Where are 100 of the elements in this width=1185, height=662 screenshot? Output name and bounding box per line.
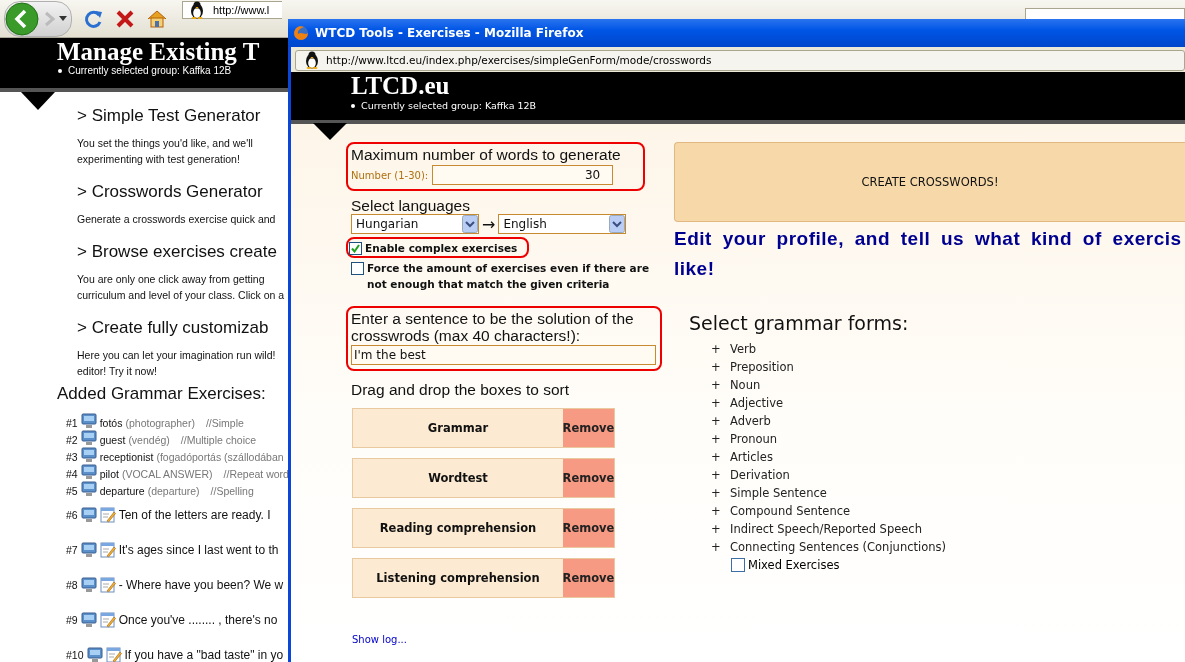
section-text: Generate a crosswords exercise quick and [77,212,277,227]
sortable-box[interactable]: Reading comprehension Remove [352,508,615,548]
grammar-item[interactable]: Pronoun [730,432,778,446]
exercise-type: //Simple [205,417,244,429]
bullet-icon [58,68,62,73]
grammar-item[interactable]: Adverb [730,414,771,428]
address-field[interactable]: http://www.l [182,1,282,19]
section-heading[interactable]: > Crosswords Generator [77,182,263,202]
expand-toggle[interactable]: + [711,342,730,356]
url-text: http://www.l [213,4,270,16]
caret-icon[interactable] [59,15,67,22]
language-select[interactable]: English [498,214,627,234]
expand-toggle[interactable]: + [711,360,730,374]
window-title: WTCD Tools - Exercises - Mozilla Firefox [315,26,584,40]
grammar-item[interactable]: Simple Sentence [730,486,827,500]
expand-toggle[interactable]: + [711,414,730,428]
exercise-translation: (VOCAL ANSWER) [121,468,213,480]
box-label: Listening comprehension [375,570,541,587]
section-text: You are only one click away from getting curriculum and level of your class. Click on a [77,272,286,303]
grammar-item[interactable]: Noun [730,378,761,392]
penguin-icon [189,1,205,19]
exercise-sentence[interactable]: It's ages since I last went to th [118,542,279,557]
exercise-translation: (photographer) [125,417,195,429]
exercise-word[interactable]: departure [99,485,145,497]
expand-toggle[interactable]: + [711,432,730,446]
section-heading[interactable]: > Browse exercises create [77,242,277,262]
checkbox[interactable] [349,242,362,255]
expand-toggle[interactable]: + [711,504,730,518]
expand-toggle[interactable]: + [711,396,730,410]
grammar-item[interactable]: Indirect Speech/Reported Speech [730,522,922,536]
computer-icon [80,611,97,628]
computer-icon [86,646,103,662]
option-label: Enable complex exercises [365,241,518,256]
number-field[interactable]: 30 [432,165,614,185]
computer-icon [80,576,97,593]
globe-icon [293,25,309,41]
section-heading[interactable]: > Create fully customizab [77,318,269,338]
select-value: Hungarian [356,217,419,231]
checkbox[interactable] [731,558,745,572]
exercise-word[interactable]: fotós [99,417,123,429]
expand-toggle[interactable]: + [711,540,730,554]
section-heading[interactable]: > Simple Test Generator [77,106,261,126]
exercise-number: #3 [66,451,78,463]
language-select[interactable]: Hungarian [351,214,479,234]
section-text: You set the things you'd like, and we'll experimenting with test generation! [77,136,254,167]
profile-note[interactable]: Edit your profile, and tell us what kind of exercis like! [674,224,1185,284]
caret-icon[interactable] [609,215,626,233]
create-button[interactable]: CREATE CROSSWORDS! [674,142,1185,222]
sortable-box[interactable]: Wordtest Remove [352,458,615,498]
checkbox[interactable] [351,262,364,275]
site-title: LTCD.eu [351,72,451,100]
exercise-word[interactable]: guest [99,434,126,446]
grammar-item[interactable]: Articles [730,450,773,464]
sortable-box[interactable]: Grammar Remove [352,408,615,448]
box-label: Wordtest [427,470,489,487]
exercise-number: #4 [66,468,78,480]
grammar-item[interactable]: Compound Sentence [730,504,851,518]
grammar-item[interactable]: Preposition [730,360,794,374]
search-field[interactable] [1025,8,1185,19]
grammar-item[interactable]: Connecting Sentences (Conjunctions) [730,540,946,554]
exercise-number: #8 [66,578,78,591]
remove-button[interactable]: Remove [563,409,614,447]
exercise-sentence[interactable]: Once you've ........ , there's no [118,612,278,627]
exercise-number: #10 [66,648,84,661]
remove-button[interactable]: Remove [563,559,614,597]
expand-toggle[interactable]: + [711,450,730,464]
caret-icon[interactable] [462,215,478,233]
notepad-icon [99,541,116,558]
expand-toggle[interactable]: + [711,378,730,392]
exercise-number: #6 [66,508,78,521]
bullet-icon [351,103,355,108]
show-log-link[interactable]: Show log... [352,634,407,645]
remove-button[interactable]: Remove [563,459,614,497]
computer-icon [80,430,97,446]
grammar-item[interactable]: Verb [730,342,757,356]
exercise-sentence[interactable]: - Where have you been? We w [118,577,284,592]
expand-toggle[interactable]: + [711,486,730,500]
penguin-icon [304,51,320,69]
section-heading: Enter a sentence to be the solution of the crosswrods (max 40 characters!): [351,310,635,344]
exercises-heading: Added Grammar Exercises: [57,384,266,404]
exercise-number: #2 [66,434,78,446]
expand-toggle[interactable]: + [711,468,730,482]
computer-icon [80,413,97,429]
exercise-sentence[interactable]: Ten of the letters are ready. I [118,507,271,522]
exercise-sentence[interactable]: If you have a "bad taste" in yo [124,647,284,662]
remove-button[interactable]: Remove [563,509,614,547]
box-label: Reading comprehension [378,520,538,537]
grammar-item[interactable]: Derivation [730,468,790,482]
expand-toggle[interactable]: + [711,522,730,536]
sortable-box[interactable]: Listening comprehension Remove [352,558,615,598]
address-field[interactable]: http://www.ltcd.eu/index.php/exercises/simpleGenForm/mode/crosswords [295,49,1185,71]
back-button[interactable] [5,1,39,36]
sentence-field[interactable]: I'm the best [351,345,656,365]
exercise-number: #7 [66,543,78,556]
exercise-word[interactable]: receptionist [99,451,154,463]
exercise-word[interactable]: pilot [99,468,119,480]
exercise-type: //Multiple choice [180,434,257,446]
check-icon [351,244,360,253]
grammar-item[interactable]: Adjective [730,396,784,410]
computer-icon [80,447,97,463]
